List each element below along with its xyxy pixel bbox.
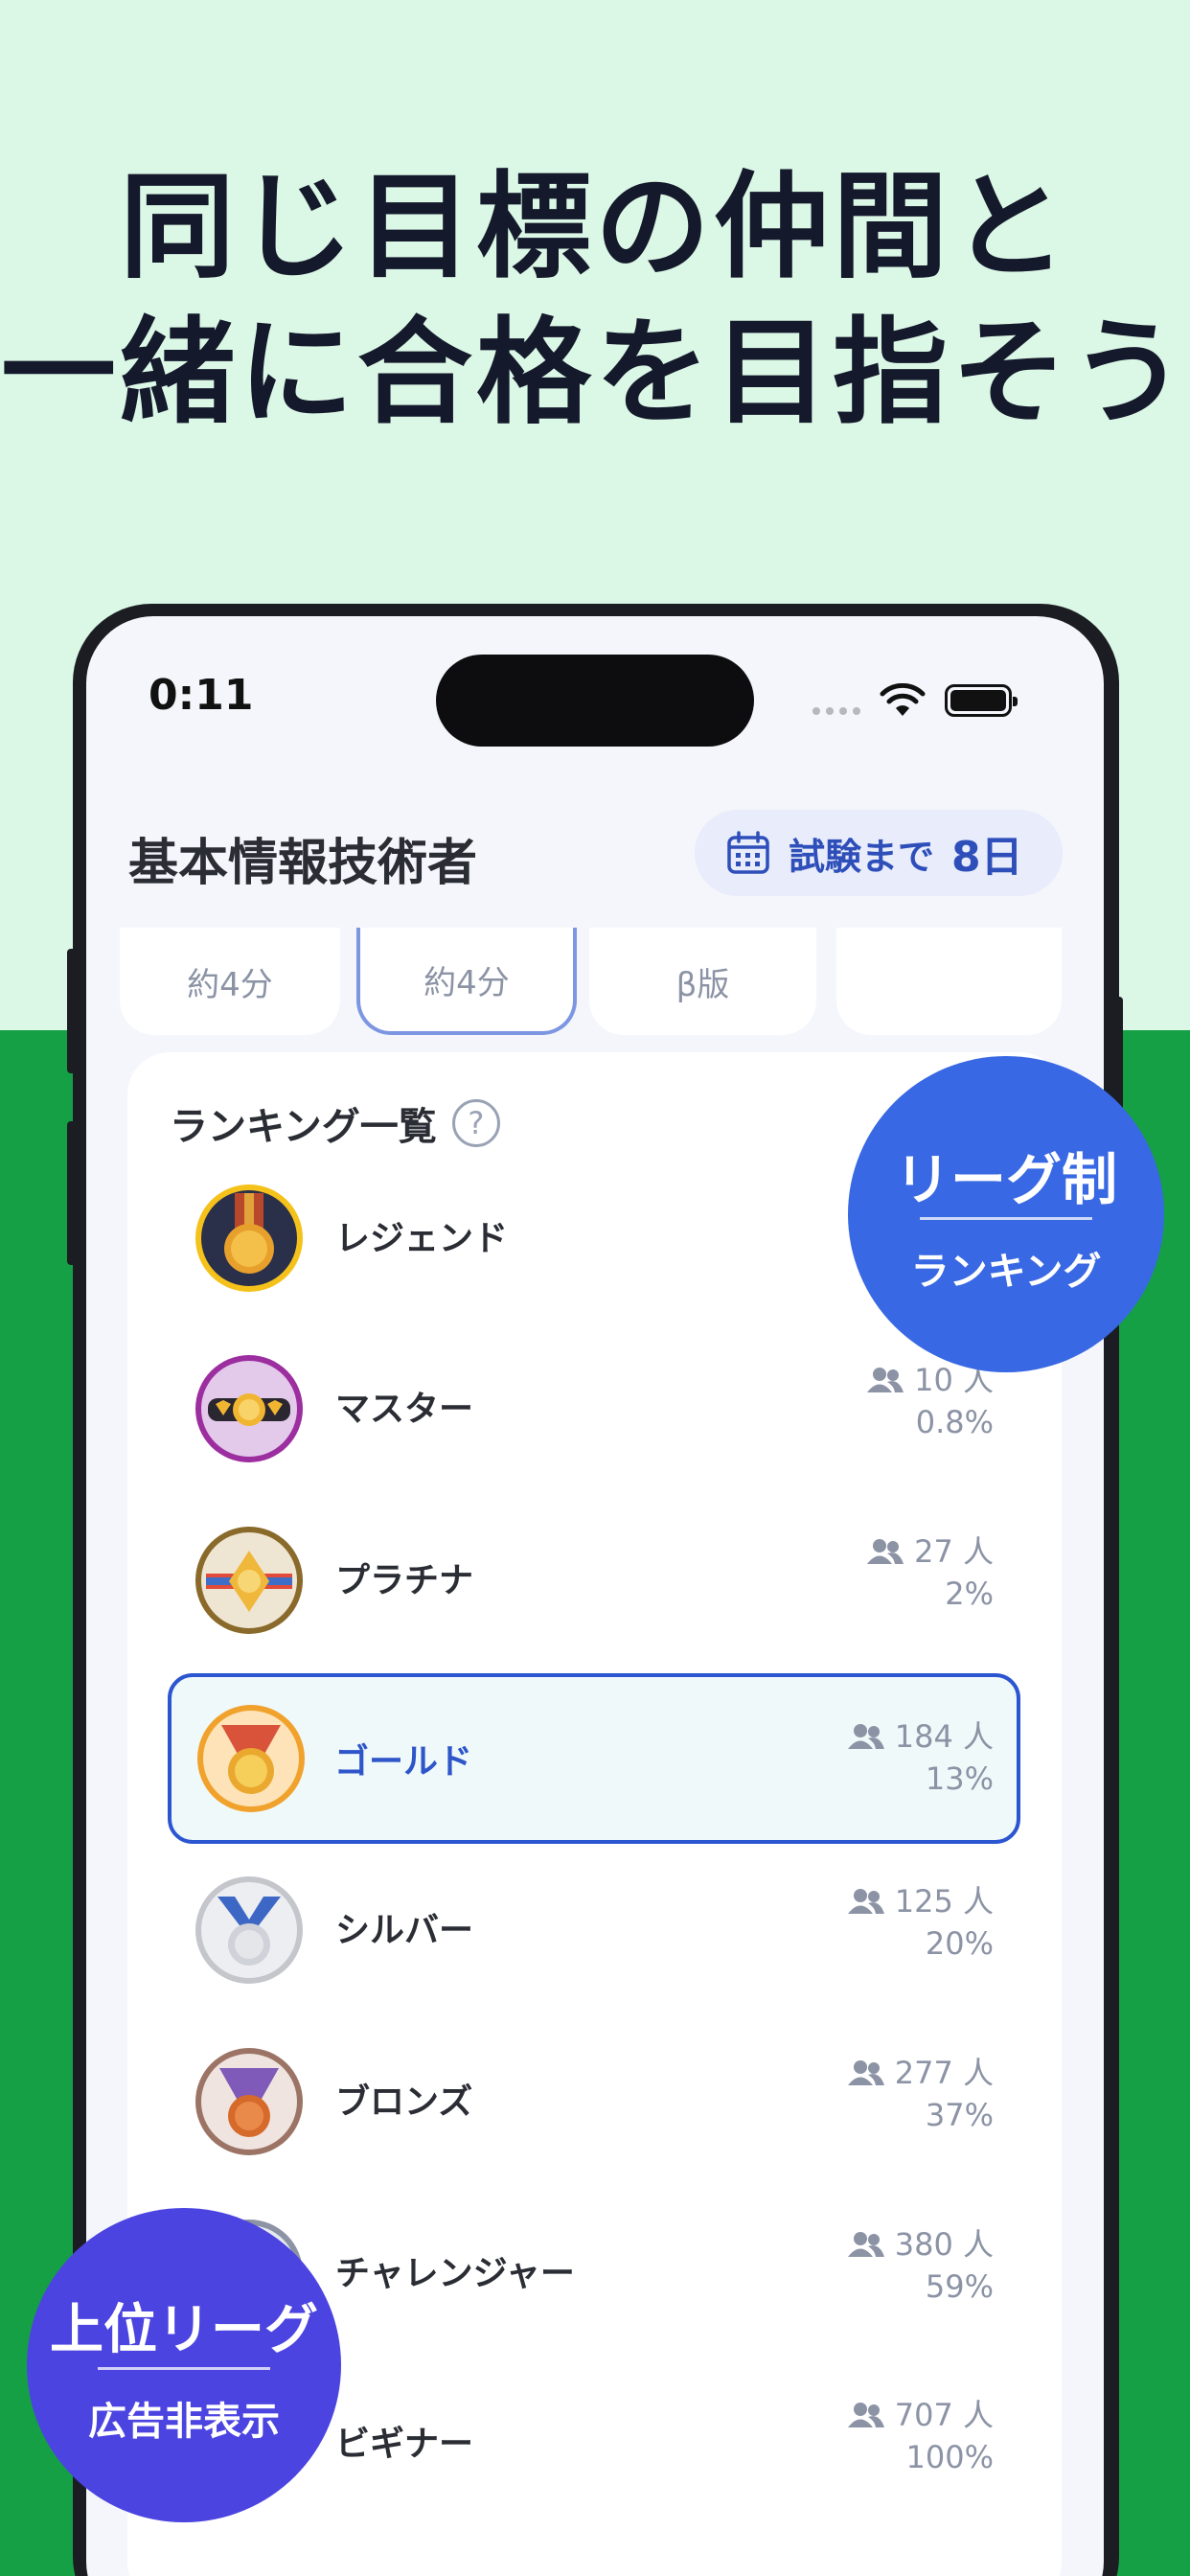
users-icon — [847, 2403, 884, 2427]
league-count: 125 人 — [894, 1883, 994, 1920]
league-count: 27 人 — [914, 1533, 994, 1570]
gold-medal-icon — [197, 1705, 305, 1812]
league-name: レジェンド — [335, 1219, 509, 1258]
league-stats: 125 人 20% — [847, 1880, 994, 1965]
league-row-bronze[interactable]: ブロンズ 277 人 37% — [168, 2040, 1020, 2167]
mode-chip[interactable] — [836, 928, 1062, 1035]
app-title: 基本情報技術者 — [128, 835, 478, 892]
legend-medal-icon — [195, 1184, 303, 1292]
cellular-signal-icon — [812, 707, 860, 715]
help-icon[interactable]: ? — [451, 1099, 500, 1147]
league-percent: 20% — [925, 1925, 994, 1962]
league-percent: 100% — [905, 2439, 994, 2475]
exam-countdown-days: 8日 — [951, 833, 1023, 882]
league-count: 707 人 — [894, 2397, 994, 2433]
league-ranking-badge: リーグ制 ランキング — [848, 1056, 1164, 1372]
league-percent: 0.8% — [915, 1404, 994, 1440]
league-stats: 27 人 2% — [866, 1530, 994, 1615]
badge-line-1: リーグ制 — [894, 1147, 1117, 1212]
mode-chip-label: β版 — [675, 965, 730, 1004]
league-percent: 13% — [925, 1760, 994, 1797]
exam-countdown-label: 試験まで — [789, 835, 935, 878]
badge-line-1: 上位リーグ — [50, 2299, 318, 2361]
league-name: ゴールド — [334, 1742, 473, 1782]
league-count: 277 人 — [894, 2055, 994, 2091]
league-percent: 37% — [925, 2097, 994, 2133]
badge-divider — [98, 2367, 270, 2370]
league-name: ビギナー — [335, 2425, 474, 2464]
headline-line-1: 同じ目標の仲間と — [120, 161, 1070, 294]
league-row-silver[interactable]: シルバー 125 人 20% — [168, 1869, 1020, 1995]
league-name: チャレンジャー — [335, 2254, 575, 2293]
league-name: マスター — [335, 1390, 474, 1429]
league-stats: 184 人 13% — [847, 1715, 994, 1800]
league-stats: 380 人 59% — [847, 2223, 994, 2308]
mode-chip-label: 約4分 — [423, 963, 510, 1002]
mode-chip[interactable]: β版 — [589, 928, 816, 1035]
users-icon — [847, 2232, 884, 2257]
league-row-master[interactable]: マスター 10 人 0.8% — [168, 1347, 1020, 1474]
users-icon — [847, 1724, 884, 1749]
ranking-title-text: ランキング一覧 — [170, 1105, 437, 1149]
bronze-medal-icon — [195, 2048, 303, 2155]
users-icon — [867, 1368, 904, 1392]
calendar-icon — [727, 831, 769, 874]
users-icon — [847, 2060, 884, 2085]
league-percent: 59% — [925, 2268, 994, 2305]
league-stats: 10 人 0.8% — [866, 1359, 994, 1443]
upper-league-badge: 上位リーグ 広告非表示 — [27, 2208, 341, 2522]
league-row-platinum[interactable]: プラチナ 27 人 2% — [168, 1519, 1020, 1645]
mode-chip[interactable]: 約4分 — [120, 928, 340, 1035]
league-count: 184 人 — [894, 1718, 994, 1755]
league-row-gold-selected[interactable]: ゴールド 184 人 13% — [168, 1673, 1020, 1844]
master-medal-icon — [195, 1355, 303, 1462]
wifi-icon — [880, 683, 926, 716]
mode-chip-selected[interactable]: 約4分 — [356, 928, 577, 1035]
league-percent: 2% — [945, 1576, 994, 1612]
battery-icon — [945, 684, 1018, 717]
league-name: シルバー — [335, 1911, 474, 1950]
silver-medal-icon — [195, 1876, 303, 1984]
users-icon — [847, 1889, 884, 1914]
mode-chip-label: 約4分 — [187, 965, 273, 1004]
status-time: 0:11 — [149, 671, 254, 720]
league-stats: 277 人 37% — [847, 2052, 994, 2136]
phone-side-button — [67, 1121, 77, 1265]
league-name: プラチナ — [335, 1561, 474, 1600]
platinum-medal-icon — [195, 1527, 303, 1634]
league-name: ブロンズ — [335, 2082, 473, 2122]
headline-line-2: 一緒に合格を目指そう — [1, 307, 1189, 440]
badge-divider — [920, 1217, 1092, 1220]
league-stats: 707 人 100% — [847, 2394, 994, 2478]
dynamic-island — [436, 655, 754, 747]
phone-side-button — [67, 949, 77, 1073]
badge-line-2: 広告非表示 — [88, 2400, 280, 2444]
league-count: 380 人 — [894, 2226, 994, 2263]
ranking-list-title: ランキング一覧 ? — [170, 1095, 500, 1151]
badge-line-2: ランキング — [910, 1250, 1102, 1294]
exam-countdown-pill[interactable]: 試験まで 8日 — [695, 810, 1063, 896]
users-icon — [867, 1539, 904, 1564]
